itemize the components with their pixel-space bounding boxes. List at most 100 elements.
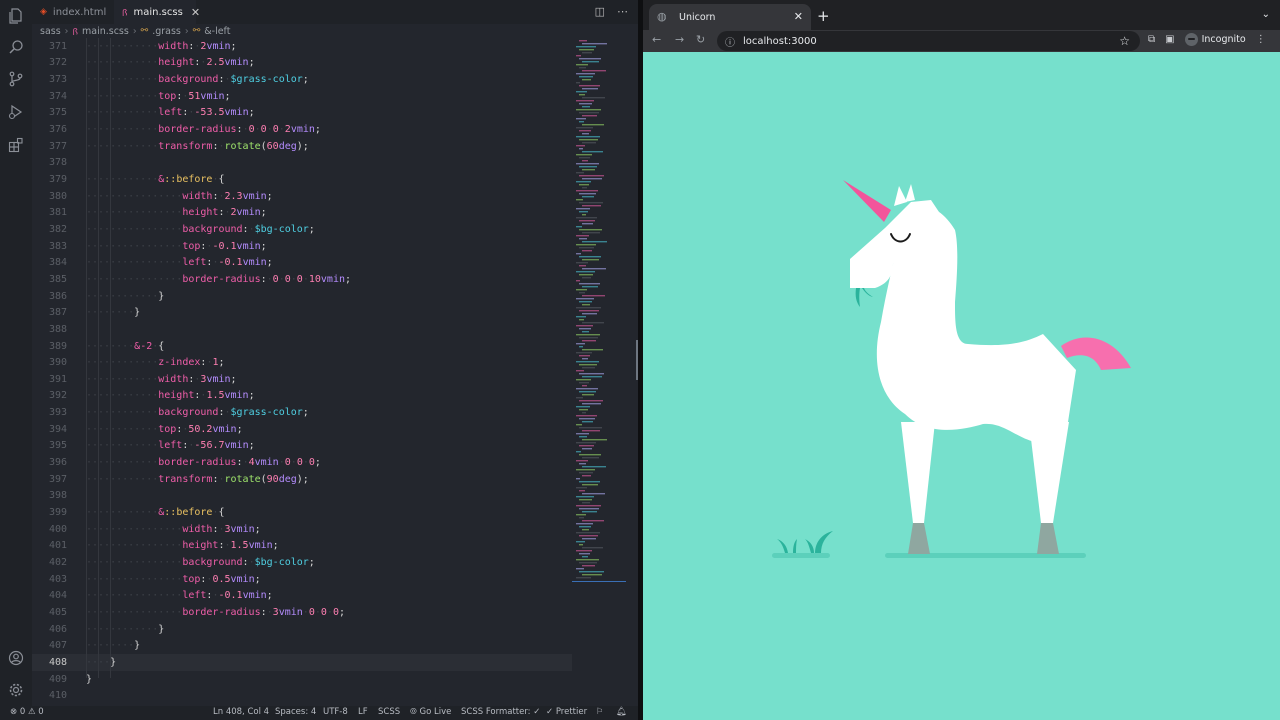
code-line[interactable]: 373 ············background:·$grass-color;: [32, 71, 572, 88]
problems-indicator[interactable]: ⊗ 0 ⚠ 0: [10, 707, 44, 717]
tab-index-html[interactable]: ◈ index.html: [32, 0, 114, 24]
code-line[interactable]: 388: [32, 321, 572, 338]
code-line[interactable]: 386 ············}: [32, 288, 572, 305]
line-number[interactable]: 400: [32, 524, 67, 535]
line-number[interactable]: 372: [32, 57, 67, 68]
end-of-line[interactable]: LF: [358, 707, 368, 717]
forward-arrow-icon[interactable]: →: [675, 33, 684, 46]
feedback-icon[interactable]: ⚐: [596, 707, 604, 717]
code-line[interactable]: 402 ················background:·$bg-color…: [32, 554, 572, 571]
code-line[interactable]: 393 ············background:·$grass-color;: [32, 404, 572, 421]
code-line[interactable]: 400 ················width:·3vmin;: [32, 521, 572, 538]
split-editor-icon[interactable]: ◫: [595, 5, 605, 18]
site-info-icon[interactable]: ⓘ: [725, 34, 735, 49]
code-line[interactable]: 381 ················height:·2vmin;: [32, 205, 572, 222]
explorer-icon[interactable]: [8, 8, 24, 24]
code-line[interactable]: 409}: [32, 671, 572, 688]
line-number[interactable]: 407: [32, 640, 67, 651]
code-line[interactable]: 407 ········}: [32, 637, 572, 654]
indentation[interactable]: Spaces: 4: [275, 707, 316, 717]
code-line[interactable]: 404 ················left:·-0.1vmin;: [32, 587, 572, 604]
scss-formatter-status[interactable]: SCSS Formatter: ✓: [461, 707, 540, 717]
line-number[interactable]: 386: [32, 291, 67, 302]
go-live-button[interactable]: ⦾ Go Live: [410, 707, 451, 717]
browser-tab[interactable]: ◍ Unicorn ✕: [649, 4, 811, 30]
line-number[interactable]: 385: [32, 274, 67, 285]
line-number[interactable]: 383: [32, 241, 67, 252]
line-number[interactable]: 408: [32, 657, 67, 668]
code-line[interactable]: 398: [32, 488, 572, 505]
bookmark-star-icon[interactable]: ☆: [1119, 34, 1130, 48]
code-line[interactable]: 387 ········}: [32, 304, 572, 321]
browser-menu-icon[interactable]: ⋮: [1256, 34, 1266, 45]
notifications-bell-icon[interactable]: 🔔︎: [616, 707, 627, 717]
breadcrumb-item[interactable]: .grass: [152, 26, 181, 37]
close-tab-icon[interactable]: ✕: [794, 10, 803, 23]
line-number[interactable]: 379: [32, 174, 67, 185]
code-line[interactable]: 390 ············z-index:·1;: [32, 354, 572, 371]
line-number[interactable]: 390: [32, 357, 67, 368]
code-line[interactable]: 391 ············width:·3vmin;: [32, 371, 572, 388]
cursor-position[interactable]: Ln 408, Col 4: [213, 707, 269, 717]
back-arrow-icon[interactable]: ←: [652, 33, 661, 46]
more-actions-icon[interactable]: ⋯: [617, 5, 628, 18]
breadcrumb-item[interactable]: main.scss: [82, 26, 129, 37]
code-line[interactable]: 377 ············transform:·rotate(60deg);: [32, 138, 572, 155]
extensions-icon[interactable]: [8, 137, 24, 153]
incognito-profile-button[interactable]: Incognito: [1184, 33, 1246, 46]
minimap-viewport-slider[interactable]: [572, 38, 626, 582]
line-number[interactable]: 406: [32, 624, 67, 635]
line-number[interactable]: 397: [32, 474, 67, 485]
line-number[interactable]: 381: [32, 207, 67, 218]
line-number[interactable]: 405: [32, 607, 67, 618]
encoding[interactable]: UTF-8: [323, 707, 348, 717]
address-bar[interactable]: ⓘ localhost:3000 ☆: [717, 31, 1140, 51]
code-line[interactable]: 410: [32, 687, 572, 704]
tab-search-chevron-icon[interactable]: ⌄: [1262, 9, 1270, 20]
run-debug-icon[interactable]: [8, 104, 24, 120]
line-number[interactable]: 398: [32, 490, 67, 501]
source-control-icon[interactable]: [8, 71, 24, 87]
code-line[interactable]: 395 ············left:·-56.7vmin;: [32, 438, 572, 455]
side-panel-icon[interactable]: ▣: [1165, 34, 1174, 45]
line-number[interactable]: 375: [32, 107, 67, 118]
line-number[interactable]: 371: [32, 41, 67, 52]
line-number[interactable]: 377: [32, 141, 67, 152]
code-line[interactable]: 406 ············}: [32, 621, 572, 638]
reload-icon[interactable]: ↻: [696, 33, 705, 46]
code-line[interactable]: 376 ············border-radius:·0·0·0·2vmi…: [32, 121, 572, 138]
breadcrumb-item[interactable]: sass: [40, 26, 61, 37]
code-line[interactable]: 397 ············transform:·rotate(90deg);: [32, 471, 572, 488]
code-line[interactable]: 405 ················border-radius:·3vmin·…: [32, 604, 572, 621]
line-number[interactable]: 389: [32, 341, 67, 352]
code-line[interactable]: 380 ················width:·2.3vmin;: [32, 188, 572, 205]
line-number[interactable]: 396: [32, 457, 67, 468]
code-line[interactable]: 383 ················top:·-0.1vmin;: [32, 238, 572, 255]
tab-main-scss[interactable]: ꟗ main.scss ✕: [114, 0, 200, 24]
code-line[interactable]: 403 ················top:·0.5vmin;: [32, 571, 572, 588]
line-number[interactable]: 378: [32, 157, 67, 168]
search-icon[interactable]: [8, 39, 24, 55]
line-number[interactable]: 384: [32, 257, 67, 268]
code-line[interactable]: 379 ············&::before·{: [32, 171, 572, 188]
code-line[interactable]: 371 ············width:·2vmin;: [32, 38, 572, 55]
code-line[interactable]: 399 ············&::before·{: [32, 504, 572, 521]
line-number[interactable]: 404: [32, 590, 67, 601]
account-icon[interactable]: [8, 650, 24, 666]
line-number[interactable]: 373: [32, 74, 67, 85]
code-line[interactable]: 375 ············left:·-53.5vmin;: [32, 105, 572, 122]
line-number[interactable]: 376: [32, 124, 67, 135]
code-line[interactable]: 372 ············height:·2.5vmin;: [32, 55, 572, 72]
code-line[interactable]: 389········&-2·{: [32, 338, 572, 355]
line-number[interactable]: 399: [32, 507, 67, 518]
code-line[interactable]: 408 ····}: [32, 654, 572, 671]
line-number[interactable]: 382: [32, 224, 67, 235]
line-number[interactable]: 395: [32, 440, 67, 451]
line-number[interactable]: 402: [32, 557, 67, 568]
settings-gear-icon[interactable]: [8, 682, 24, 698]
line-number[interactable]: 374: [32, 91, 67, 102]
line-number[interactable]: 380: [32, 191, 67, 202]
line-number[interactable]: 392: [32, 390, 67, 401]
line-number[interactable]: 393: [32, 407, 67, 418]
code-line[interactable]: 378: [32, 155, 572, 172]
